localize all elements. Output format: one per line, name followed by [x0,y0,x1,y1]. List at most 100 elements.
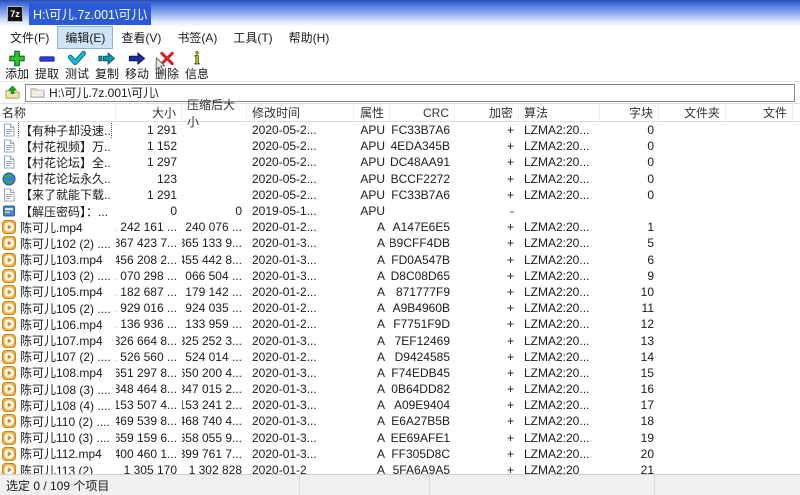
cell-method: LZMA2:20... [519,154,600,170]
column-header-6[interactable]: 加密 [455,104,519,121]
copy-button[interactable]: 复制 [92,48,122,81]
table-row[interactable]: 【来了就能下载...1 2912020-05-2...APUFC33B7A6+L… [0,187,800,203]
cell-packed [182,122,247,138]
cell-folders [659,122,726,138]
cell-packed [182,171,247,187]
media-file-icon [2,382,16,396]
cell-attrs: A [354,430,390,446]
cell-folders [659,365,726,381]
cell-block: 20 [600,446,659,462]
cell-modified: 2020-01-2... [247,349,354,365]
extract-button[interactable]: 提取 [32,48,62,81]
status-panel-2 [300,475,430,495]
cell-name: 陈可儿107.mp4 [0,332,116,348]
table-row[interactable]: 【村花论坛】全...1 2972020-05-2...APUDC48AA91+L… [0,154,800,170]
file-name: 陈可儿108 (3) .... [19,381,111,397]
cell-files [726,381,793,397]
table-row[interactable]: 陈可儿105 (2) ....1 929 016 ...1 924 035 ..… [0,300,800,316]
cell-method: LZMA2:20... [519,235,600,251]
cell-name: 陈可儿110 (2) .... [0,413,116,429]
column-header-5[interactable]: CRC [390,104,455,121]
cell-files [726,154,793,170]
cell-enc: + [455,430,519,446]
cell-enc: + [455,252,519,268]
toolbar-button-label: 添加 [5,68,29,81]
column-header-8[interactable]: 字块 [600,104,659,121]
table-row[interactable]: 【有种子却没速...1 2912020-05-2...APUFC33B7A6+L… [0,122,800,138]
cell-attrs: APU [354,187,390,203]
column-header-10[interactable]: 文件 [726,104,793,121]
table-row[interactable]: 陈可儿113 (2)1 305 1701 302 8282020-01-2A5F… [0,462,800,474]
table-row[interactable]: 【解压密码】：...002019-05-1...APU- [0,203,800,219]
cell-name: 陈可儿102 (2) .... [0,235,116,251]
table-row[interactable]: 陈可儿103.mp4456 208 2...455 442 8...2020-0… [0,252,800,268]
cell-size: 153 507 4... [116,397,182,413]
menu-item-5[interactable]: 帮助(H) [282,27,337,48]
file-name: 陈可儿110 (2) .... [19,413,111,429]
cell-size: 1 305 170 [116,462,182,474]
column-header-0[interactable]: 名称 [0,104,116,121]
cell-folders [659,430,726,446]
table-row[interactable]: 陈可儿105.mp41 182 687 ...1 179 142 ...2020… [0,284,800,300]
cell-enc: + [455,332,519,348]
address-input[interactable]: H:\可儿.7z.001\可儿\ [25,84,795,102]
table-row[interactable]: 陈可儿110 (2) ....469 539 8...468 740 4...2… [0,413,800,429]
test-button[interactable]: 测试 [62,48,92,81]
cell-block: 1 [600,219,659,235]
move-button[interactable]: 移动 [122,48,152,81]
table-row[interactable]: 【村花视频】万...1 1522020-05-2...APU4EDA345B+L… [0,138,800,154]
table-row[interactable]: 陈可儿103 (2) ....1 070 298 ...1 066 504 ..… [0,268,800,284]
column-header-7[interactable]: 算法 [519,104,600,121]
column-header-9[interactable]: 文件夹 [659,104,726,121]
info-button[interactable]: i信息 [182,48,212,81]
menu-item-4[interactable]: 工具(T) [226,27,279,48]
up-one-level-button[interactable] [2,84,22,102]
file-name: 【来了就能下载... [19,187,111,203]
cell-crc: 7EF12469 [390,332,455,348]
column-header-4[interactable]: 属性 [354,104,390,121]
column-header-3[interactable]: 修改时间 [247,104,354,121]
menu-item-0[interactable]: 文件(F) [3,27,56,48]
media-file-icon [2,366,16,380]
delete-button[interactable]: 删除 [152,48,182,81]
table-row[interactable]: 陈可儿108 (4) ....153 507 4...153 241 2...2… [0,397,800,413]
cell-size: 1 291 [116,122,182,138]
globe-icon [2,172,16,186]
media-file-icon [2,301,16,315]
cell-name: 陈可儿.mp4 [0,219,116,235]
table-row[interactable]: 陈可儿102 (2) ....867 423 7...865 133 9...2… [0,235,800,251]
table-row[interactable]: 陈可儿112.mp4400 460 1...399 761 7...2020-0… [0,446,800,462]
table-row[interactable]: 陈可儿108 (3) ....848 464 8...847 015 2...2… [0,381,800,397]
menu-item-1[interactable]: 编辑(E) [58,27,112,48]
table-row[interactable]: 陈可儿107.mp4826 664 8...825 252 3...2020-0… [0,332,800,348]
cell-name: 【村花论坛永久... [0,171,116,187]
table-row[interactable]: 陈可儿110 (3) ....659 159 6...658 055 9...2… [0,430,800,446]
cell-size: 867 423 7... [116,235,182,251]
add-button[interactable]: 添加 [2,48,32,81]
file-list[interactable]: 【有种子却没速...1 2912020-05-2...APUFC33B7A6+L… [0,122,800,474]
cell-block: 15 [600,365,659,381]
cell-attrs: A [354,316,390,332]
cell-attrs: APU [354,122,390,138]
media-file-icon [2,463,16,474]
column-header-1[interactable]: 大小 [116,104,182,121]
column-header-2[interactable]: 压缩后大小 [182,104,247,121]
table-row[interactable]: 【村花论坛永久...1232020-05-2...APUBCCF2272+LZM… [0,171,800,187]
cell-packed [182,138,247,154]
cell-packed: 650 200 4... [182,365,247,381]
table-row[interactable]: 陈可儿106.mp41 136 936 ...1 133 959 ...2020… [0,316,800,332]
menu-item-2[interactable]: 查看(V) [114,27,168,48]
cell-modified: 2020-01-2... [247,316,354,332]
cell-folders [659,332,726,348]
cell-enc: + [455,316,519,332]
table-row[interactable]: 陈可儿107 (2) ....1 526 560 ...1 524 014 ..… [0,349,800,365]
cell-packed: 468 740 4... [182,413,247,429]
table-row[interactable]: 陈可儿.mp41 242 161 ...1 240 076 ...2020-01… [0,219,800,235]
cell-files [726,332,793,348]
table-row[interactable]: 陈可儿108.mp4651 297 8...650 200 4...2020-0… [0,365,800,381]
cell-modified: 2020-01-2... [247,300,354,316]
menu-item-3[interactable]: 书签(A) [170,27,224,48]
cell-files [726,300,793,316]
cell-crc: 871777F9 [390,284,455,300]
media-file-icon [2,269,16,283]
